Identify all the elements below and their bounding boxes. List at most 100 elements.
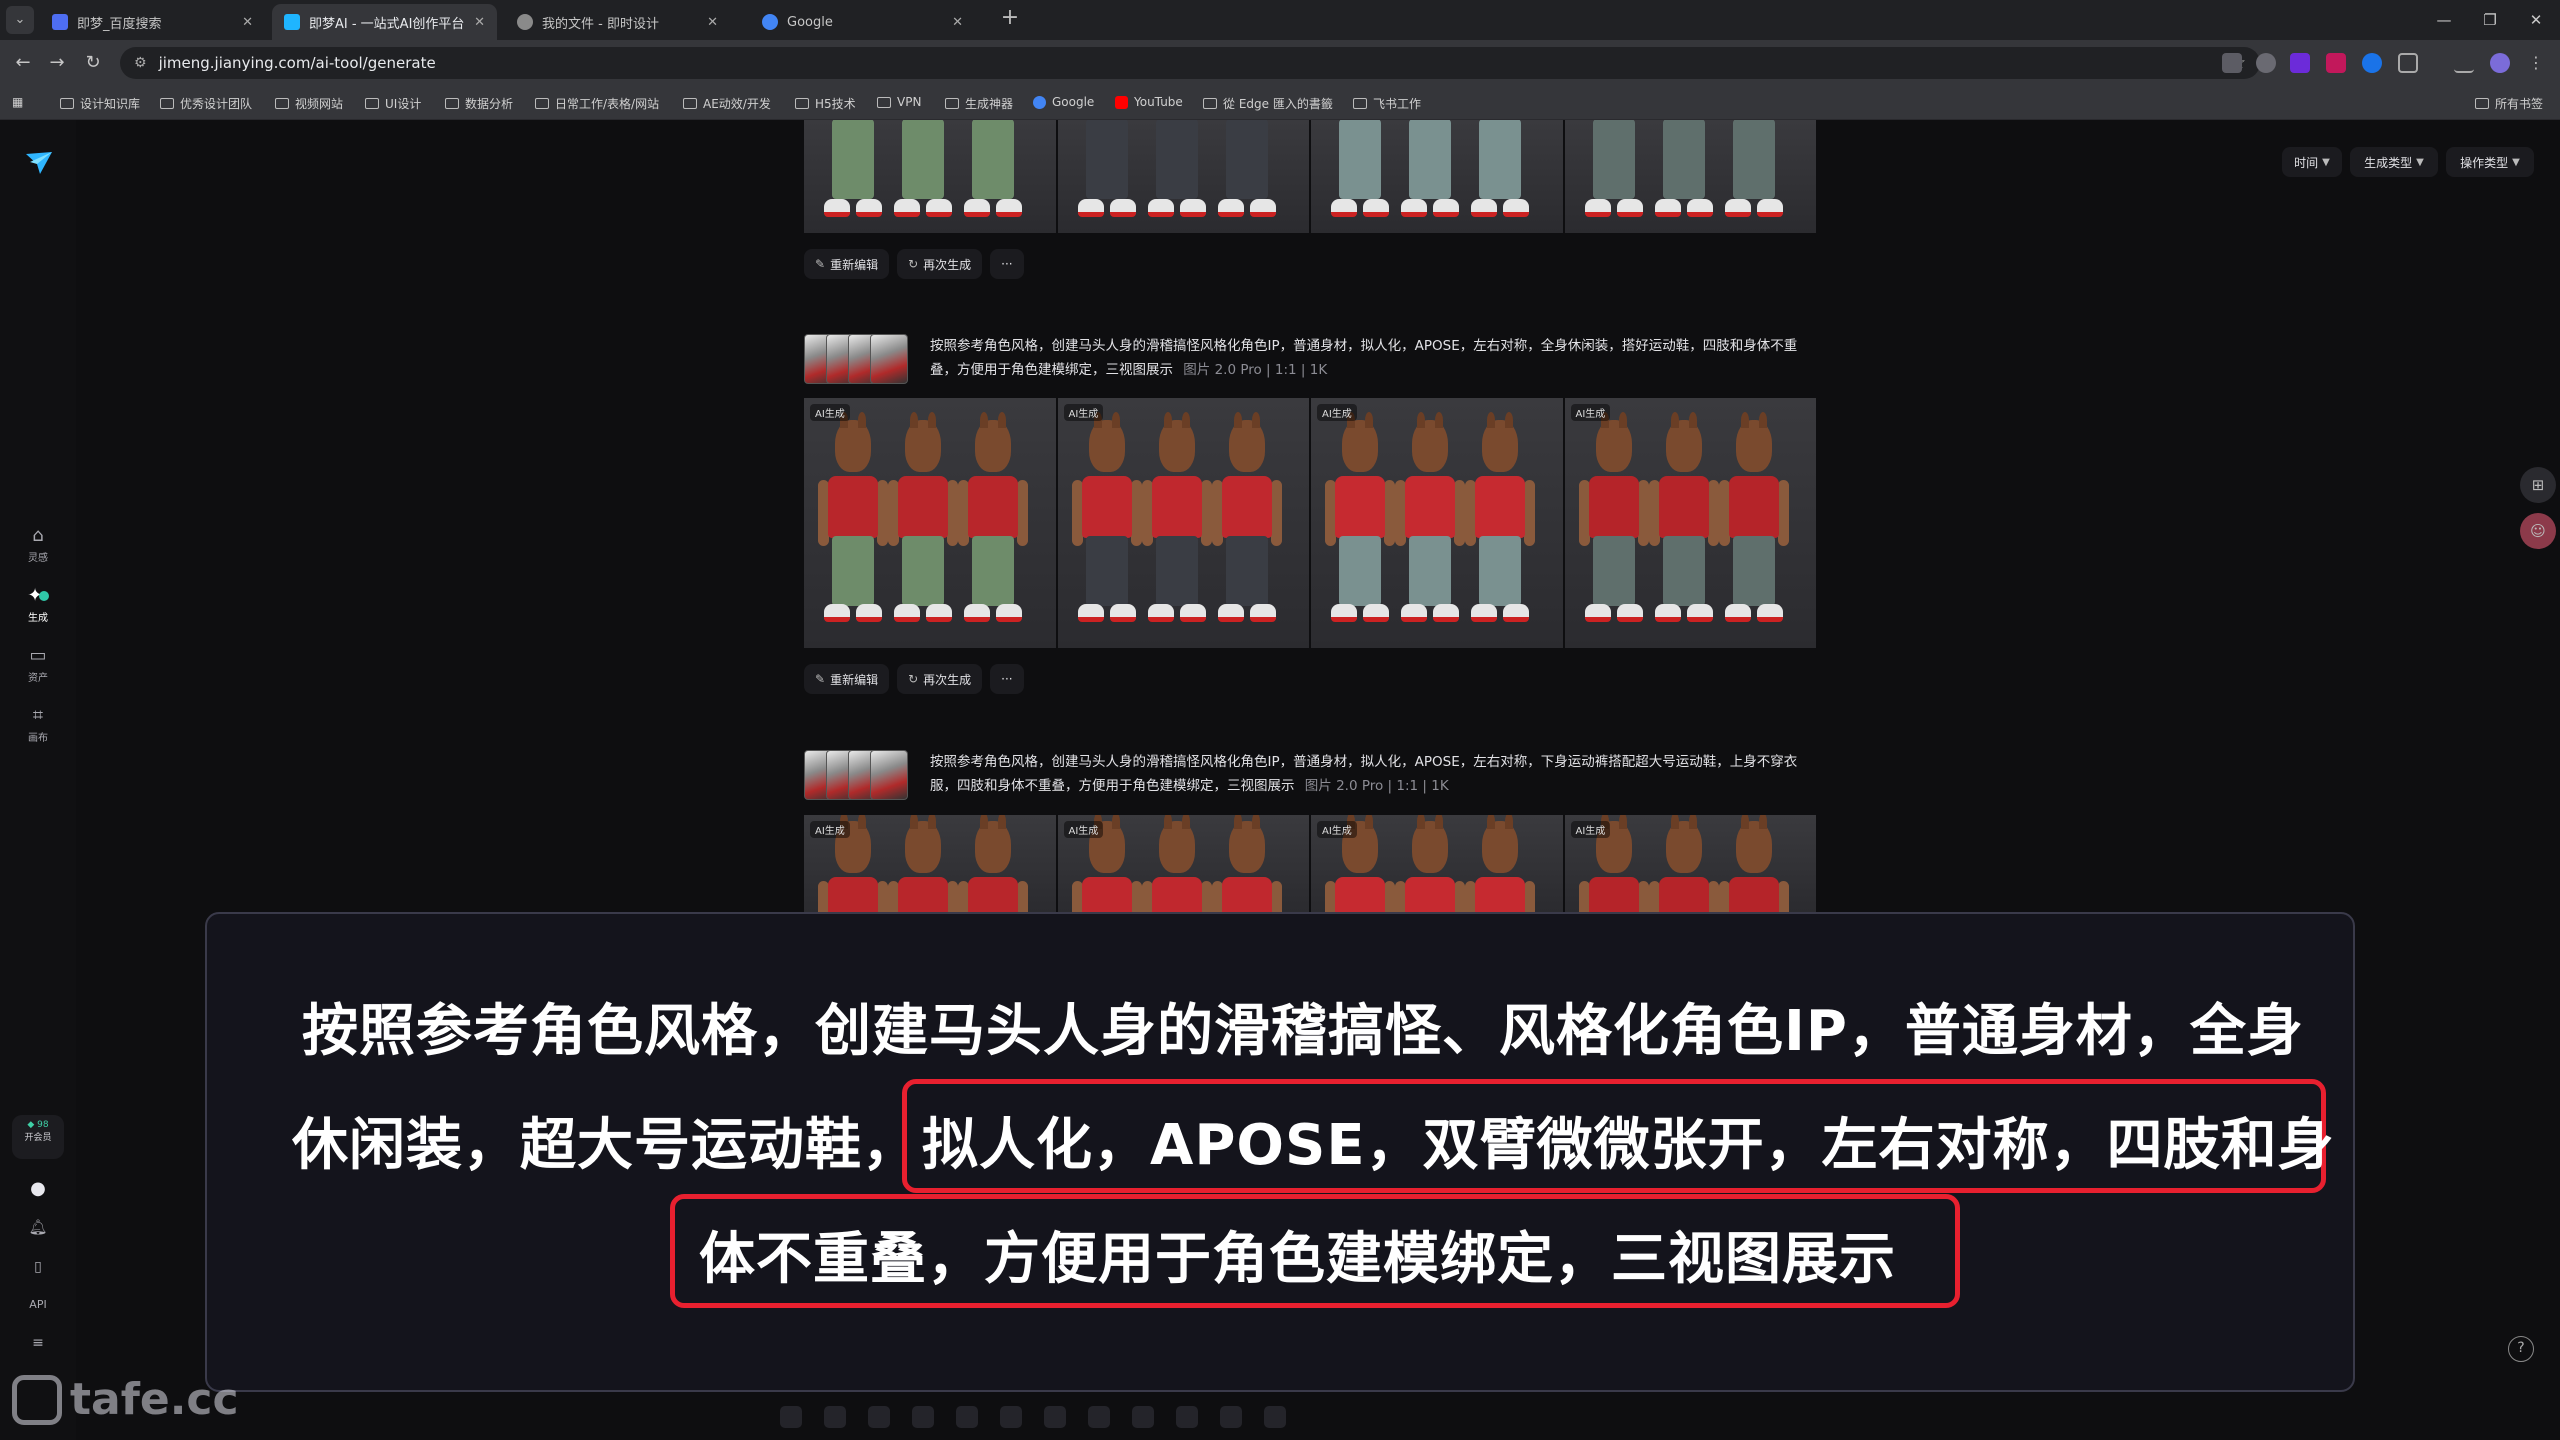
horse-character-figure [1146, 120, 1208, 229]
profile-avatar-icon[interactable] [2490, 53, 2510, 73]
bookmark-google[interactable]: Google [1033, 95, 1094, 109]
mobile-app-button[interactable]: ▯ [0, 1256, 76, 1278]
filter-operation-type[interactable]: 操作类型 ▼ [2446, 147, 2534, 177]
new-tab-button[interactable]: + [996, 5, 1024, 30]
all-bookmarks[interactable]: 所有书签 [2475, 95, 2543, 112]
caption-overlay: 按照参考角色风格，创建马头人身的滑稽搞怪、风格化角色IP，普通身材，全身 休闲装… [205, 912, 2355, 1392]
home-icon: ⌂ [32, 525, 44, 546]
horse-character-figure [1071, 412, 1142, 640]
restore-icon[interactable]: ❐ [2470, 4, 2510, 36]
refresh-icon: ↻ [908, 257, 919, 271]
extension-icon[interactable] [2326, 53, 2346, 73]
close-icon[interactable]: ✕ [707, 15, 718, 30]
notification-button[interactable]: 🔔︎ [0, 1216, 76, 1238]
sidebar-item-canvas[interactable]: ⌗ 画布 [0, 705, 76, 744]
generated-image[interactable]: AI生成 [1311, 815, 1563, 912]
reedit-button[interactable]: ✎ 重新编辑 [804, 664, 890, 694]
floating-tool-button[interactable]: ⊞ [2520, 467, 2556, 503]
bookmark-folder[interactable]: AE动效/开发 [683, 95, 771, 112]
sidebar-item-assets[interactable]: ▭ 资产 [0, 645, 76, 684]
tab-title: 即梦_百度搜索 [77, 16, 162, 32]
generated-image[interactable]: AI生成 [1564, 815, 1816, 912]
extension-icon[interactable] [2222, 53, 2242, 73]
jsdesign-favicon-icon [517, 14, 533, 30]
taskbar-app-icon [1000, 1406, 1022, 1428]
bookmark-youtube[interactable]: YouTube [1115, 95, 1183, 109]
generated-image[interactable]: AI生成 [804, 398, 1056, 648]
credits-badge[interactable]: ◆ 98 开会员 [12, 1115, 64, 1159]
floating-avatar-button[interactable]: ☺ [2520, 513, 2556, 549]
filter-generation-type[interactable]: 生成类型 ▼ [2350, 147, 2438, 177]
api-button[interactable]: API [0, 1296, 76, 1311]
close-icon[interactable]: ✕ [474, 15, 485, 30]
tab-title: 我的文件 - 即时设计 [542, 16, 659, 32]
regenerate-button[interactable]: ↻ 再次生成 [897, 664, 983, 694]
tab-search-button[interactable]: ⌄ [6, 6, 34, 34]
bookmark-folder[interactable]: VPN [877, 95, 921, 109]
extension-icon[interactable] [2362, 53, 2382, 73]
reference-thumbnails[interactable] [804, 748, 914, 802]
forward-icon[interactable]: → [42, 48, 72, 78]
more-button[interactable]: ··· [990, 664, 1024, 694]
reedit-button[interactable]: ✎ 重新编辑 [804, 249, 890, 279]
folder-icon [60, 98, 74, 109]
bookmark-folder[interactable]: H5技术 [795, 95, 856, 112]
site-info-icon[interactable]: ⚙ [134, 55, 147, 71]
minimize-icon[interactable]: — [2424, 4, 2464, 36]
bookmark-folder[interactable]: 飞书工作 [1353, 95, 1421, 112]
user-avatar[interactable]: ● [0, 1178, 76, 1200]
taskbar-app-icon [1220, 1406, 1242, 1428]
generated-image[interactable]: AI生成 [804, 815, 1056, 912]
prompt-text[interactable]: 按照参考角色风格，创建马头人身的滑稽搞怪风格化角色IP，普通身材，拟人化，APO… [930, 334, 1810, 382]
horse-character-figure [1211, 815, 1282, 912]
refresh-icon: ↻ [908, 672, 919, 686]
ai-generated-tag: AI生成 [1317, 821, 1357, 838]
tab-jsdesign[interactable]: 我的文件 - 即时设计 ✕ [505, 4, 730, 40]
window-close-icon[interactable]: ✕ [2516, 4, 2556, 36]
horse-character-figure [1216, 120, 1278, 229]
download-icon[interactable] [2454, 53, 2474, 73]
more-button[interactable]: ··· [990, 249, 1024, 279]
generated-image[interactable]: AI生成 [1057, 398, 1309, 648]
generated-image[interactable]: AI生成 [1564, 398, 1816, 648]
menu-dots-icon[interactable]: ⋮ [2526, 53, 2546, 73]
tab-google[interactable]: Google ✕ [750, 4, 975, 40]
generated-image[interactable]: AI生成 [1057, 815, 1309, 912]
bookmark-folder[interactable]: 设计知识库 [60, 95, 140, 112]
back-icon[interactable]: ← [8, 48, 38, 78]
reference-thumbnails[interactable] [804, 332, 914, 386]
extension-icon[interactable] [2290, 53, 2310, 73]
tab-jimeng[interactable]: 即梦AI - 一站式AI创作平台 ✕ [272, 4, 497, 40]
bookmark-label: Google [1052, 95, 1095, 109]
close-icon[interactable]: ✕ [952, 15, 963, 30]
sidebar-item-generate[interactable]: ✦ 生成 [0, 585, 76, 624]
bookmark-folder[interactable]: 日常工作/表格/网站 [535, 95, 659, 112]
bookmark-folder[interactable]: 视频网站 [275, 95, 343, 112]
filter-time[interactable]: 时间 ▼ [2282, 147, 2342, 177]
generated-image[interactable]: AI生成 [1311, 398, 1563, 648]
close-icon[interactable]: ✕ [242, 15, 253, 30]
sidebar-menu-button[interactable]: ≡ [0, 1332, 76, 1354]
bookmark-folder[interactable]: 数据分析 [445, 95, 513, 112]
prompt-text[interactable]: 按照参考角色风格，创建马头人身的滑稽搞怪风格化角色IP，普通身材，拟人化，APO… [930, 750, 1810, 798]
generated-image[interactable] [1057, 120, 1309, 233]
generated-image[interactable] [1564, 120, 1816, 233]
canvas-icon: ⌗ [32, 705, 44, 726]
tab-baidu[interactable]: 即梦_百度搜索 ✕ [40, 4, 265, 40]
sidebar-item-inspiration[interactable]: ⌂ 灵感 [0, 525, 76, 564]
bookmark-folder[interactable]: UI设计 [365, 95, 421, 112]
bookmark-folder[interactable]: 优秀设计团队 [160, 95, 252, 112]
jimeng-logo-icon[interactable] [24, 150, 54, 176]
apps-grid-icon[interactable]: ▦ [12, 95, 23, 109]
bookmark-folder[interactable]: 從 Edge 匯入的書籤 [1203, 95, 1333, 112]
reload-icon[interactable]: ↻ [78, 48, 108, 78]
regenerate-button[interactable]: ↻ 再次生成 [897, 249, 983, 279]
generated-image[interactable] [804, 120, 1056, 233]
url-input[interactable]: ⚙ jimeng.jianying.com/ai-tool/generate ☆ [120, 47, 2260, 79]
generated-image[interactable] [1311, 120, 1563, 233]
extensions-puzzle-icon[interactable] [2398, 53, 2418, 73]
extension-icon[interactable] [2256, 53, 2276, 73]
bookmark-folder[interactable]: 生成神器 [945, 95, 1013, 112]
help-icon[interactable]: ? [2508, 1336, 2534, 1362]
horse-character-figure [1141, 412, 1212, 640]
